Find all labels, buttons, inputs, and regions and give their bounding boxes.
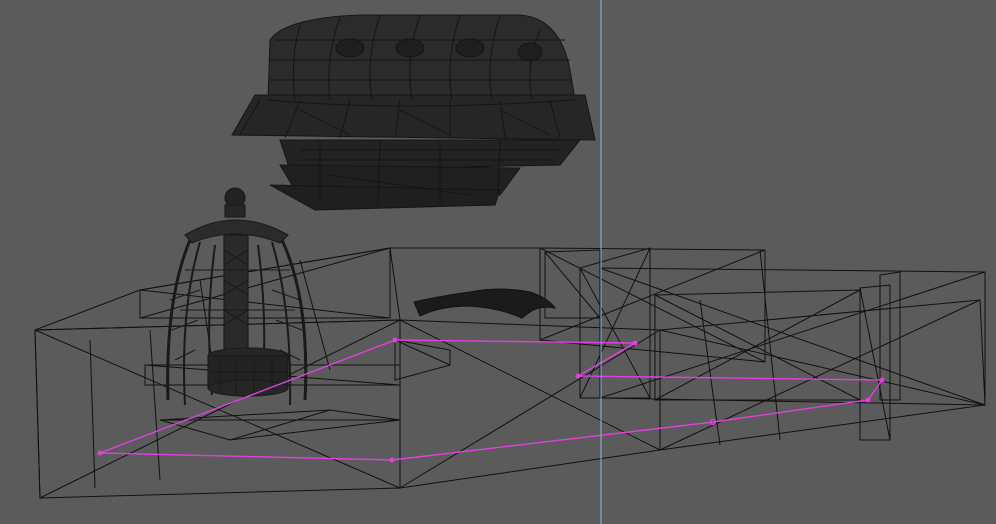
airship-wireframe-mesh[interactable]: [231, 14, 596, 211]
cloth-mesh[interactable]: [413, 288, 557, 319]
tower-figure-wireframe-mesh[interactable]: [166, 187, 308, 406]
3d-viewport[interactable]: [0, 0, 996, 524]
